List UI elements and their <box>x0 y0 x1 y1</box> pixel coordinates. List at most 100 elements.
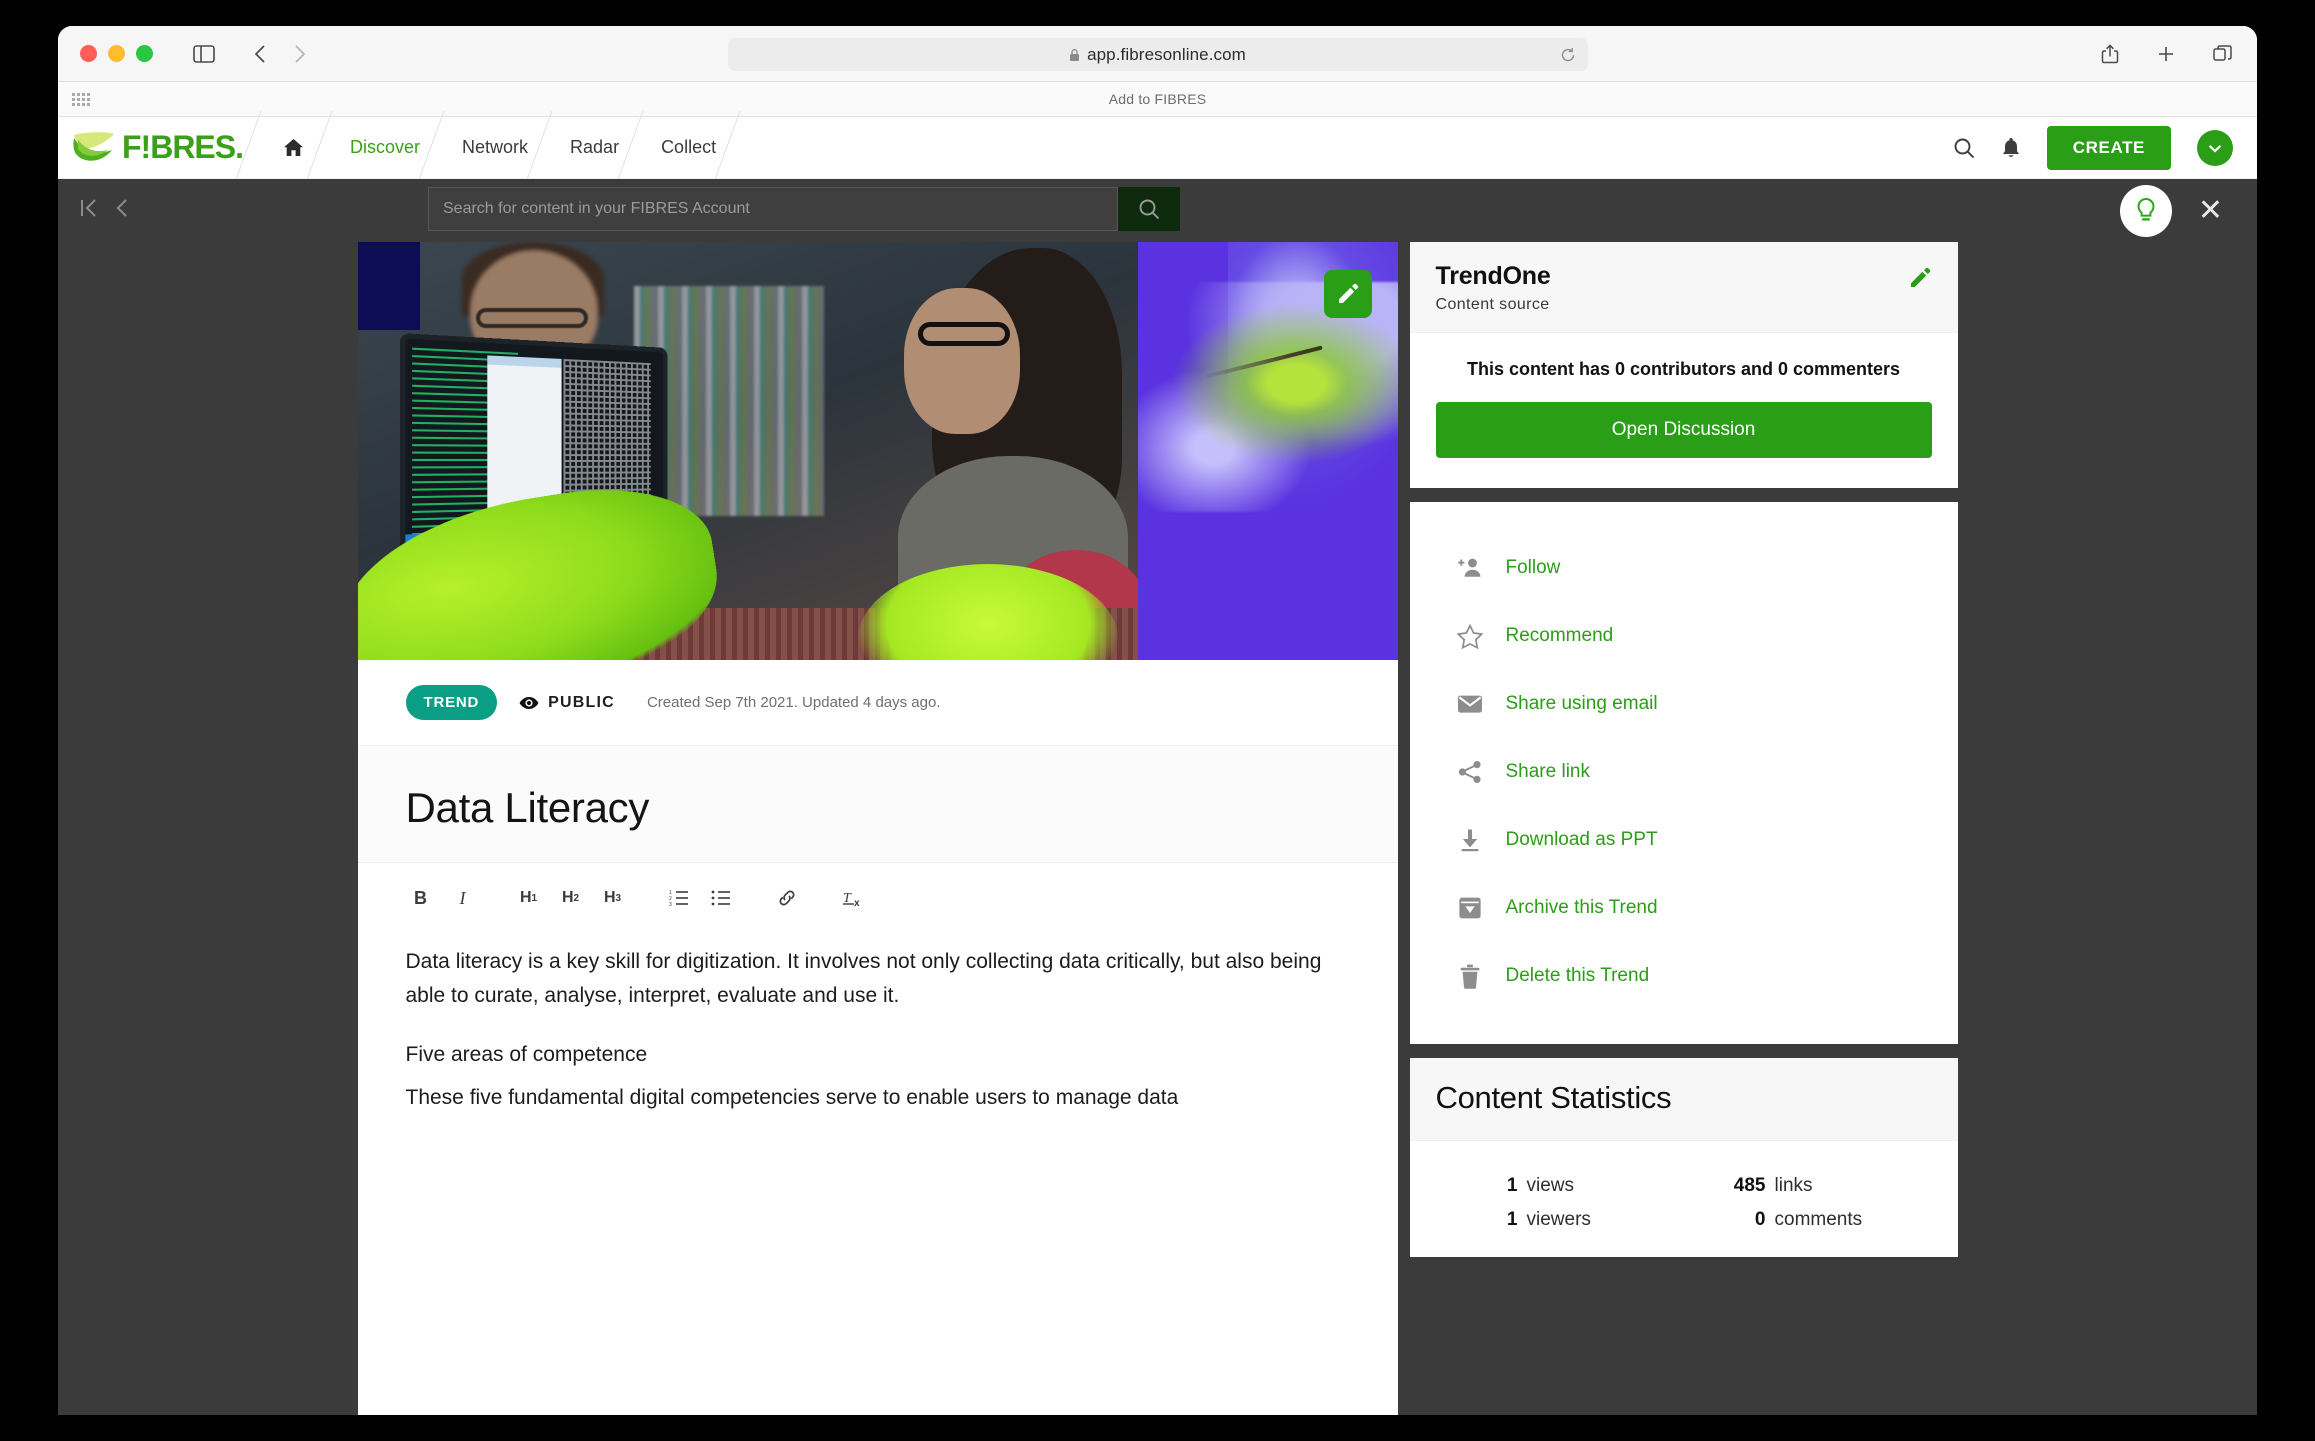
action-follow[interactable]: Follow <box>1410 534 1958 602</box>
content-title-block: Data Literacy <box>357 746 1398 863</box>
share-icon[interactable] <box>2095 39 2125 69</box>
nav-home-icon[interactable] <box>273 117 314 179</box>
fibres-logo[interactable]: F!BRES. <box>72 129 244 166</box>
minimize-window-button[interactable] <box>108 45 125 62</box>
leaf-icon <box>73 131 114 161</box>
overlay-actions: ✕ <box>2119 179 2223 242</box>
action-label: Follow <box>1505 557 1561 578</box>
insight-lightbulb-button[interactable] <box>2119 184 2172 237</box>
visibility-indicator: PUBLIC <box>519 693 615 713</box>
nav-item-radar[interactable]: Radar <box>564 117 625 179</box>
nav-separator <box>534 117 564 179</box>
nav-item-network[interactable]: Network <box>456 117 534 179</box>
nav-separator <box>314 117 344 179</box>
actions-card: Follow Recommend Share using email Share… <box>1409 502 1958 1044</box>
h2-letter: H <box>561 889 574 906</box>
edit-source-button[interactable] <box>1908 266 1932 295</box>
stat-label: comments <box>1774 1209 1863 1230</box>
action-archive[interactable]: Archive this Trend <box>1410 874 1958 942</box>
edit-hero-image-button[interactable] <box>1323 270 1372 318</box>
search-input[interactable] <box>428 187 1118 231</box>
action-recommend[interactable]: Recommend <box>1410 602 1958 670</box>
numbered-list-icon: 1 2 3 <box>669 890 688 907</box>
new-tab-icon[interactable] <box>2151 39 2181 69</box>
bullet-list-icon <box>711 890 730 906</box>
bookmarks-bar: Add to FIBRES <box>58 82 2257 117</box>
statistics-card: Content Statistics 1 views 485 links 1 v… <box>1409 1058 1958 1257</box>
statistics-card-header: Content Statistics <box>1409 1058 1958 1141</box>
action-download-ppt[interactable]: Download as PPT <box>1410 806 1958 874</box>
close-overlay-button[interactable]: ✕ <box>2198 195 2223 226</box>
reload-icon[interactable] <box>1560 47 1576 63</box>
action-label: Archive this Trend <box>1505 897 1658 918</box>
stat-views: 1 views <box>1436 1175 1684 1197</box>
nav-item-collect[interactable]: Collect <box>655 117 722 179</box>
side-panel-column: TrendOne Content source This content has… <box>1409 242 1958 1415</box>
heading-1-button[interactable]: H1 <box>514 883 544 913</box>
content-body[interactable]: Data literacy is a key skill for digitiz… <box>358 931 1398 1115</box>
app-navigation-bar: F!BRES. Discover Network Radar Collect C… <box>58 117 2257 179</box>
contributors-summary: This content has 0 contributors and 0 co… <box>1466 359 1901 379</box>
action-label: Delete this Trend <box>1505 965 1650 986</box>
clear-formatting-button[interactable]: T x <box>838 883 868 913</box>
browser-back-icon[interactable] <box>245 39 275 69</box>
rich-text-editor-toolbar: B I H1 H2 H3 1 2 3 T x <box>357 863 1398 931</box>
create-button[interactable]: CREATE <box>2046 126 2171 170</box>
page-title[interactable]: Data Literacy <box>406 784 1350 832</box>
action-delete[interactable]: Delete this Trend <box>1410 942 1958 1010</box>
search-icon[interactable] <box>1953 137 1975 159</box>
sidebar-toggle-icon[interactable] <box>189 39 219 69</box>
nav-separator <box>243 117 273 179</box>
source-subtitle: Content source <box>1435 296 1550 313</box>
body-paragraph-1: Data literacy is a key skill for digitiz… <box>405 950 1322 1008</box>
action-label: Share using email <box>1505 693 1658 714</box>
insert-link-button[interactable] <box>772 883 802 913</box>
body-paragraph-2: These five fundamental digital competenc… <box>405 1086 1179 1110</box>
action-label: Recommend <box>1505 625 1614 646</box>
statistics-title: Content Statistics <box>1435 1080 1672 1115</box>
tab-overview-icon[interactable] <box>2207 39 2237 69</box>
lock-icon <box>1069 48 1080 62</box>
italic-button[interactable]: I <box>448 883 478 913</box>
heading-3-button[interactable]: H3 <box>598 883 628 913</box>
envelope-icon <box>1456 690 1484 718</box>
bold-button[interactable]: B <box>406 883 436 913</box>
heading-2-button[interactable]: H2 <box>556 883 586 913</box>
app-nav-actions: CREATE <box>1953 117 2233 179</box>
star-icon <box>1456 622 1484 650</box>
close-window-button[interactable] <box>80 45 97 62</box>
overlay-search-row: ✕ <box>58 179 2257 242</box>
bullet-list-button[interactable] <box>706 883 736 913</box>
search-submit-button[interactable] <box>1118 187 1180 231</box>
nav-item-discover[interactable]: Discover <box>344 117 426 179</box>
overlay-search-box <box>428 187 1180 231</box>
bookmarks-grid-icon[interactable] <box>72 92 90 106</box>
stat-value: 0 <box>1754 1209 1766 1230</box>
h1-letter: H <box>519 889 532 906</box>
address-bar[interactable]: app.fibresonline.com <box>727 38 1588 71</box>
window-traffic-lights <box>80 45 153 62</box>
ordered-list-button[interactable]: 1 2 3 <box>664 883 694 913</box>
stat-label: viewers <box>1526 1209 1591 1230</box>
browser-forward-icon[interactable] <box>285 39 315 69</box>
body-heading-1: Five areas of competence <box>405 1043 648 1067</box>
bookmark-add-to-fibres[interactable]: Add to FIBRES <box>1109 91 1207 107</box>
statistics-grid: 1 views 485 links 1 viewers 0 comments <box>1436 1175 1932 1231</box>
stat-value: 1 <box>1506 1175 1518 1196</box>
status-badge: TREND <box>405 685 498 720</box>
stat-value: 485 <box>1733 1175 1766 1196</box>
stat-value: 1 <box>1506 1209 1518 1230</box>
hero-photograph <box>357 242 1138 660</box>
account-dropdown-button[interactable] <box>2197 130 2233 166</box>
open-discussion-button[interactable]: Open Discussion <box>1435 402 1932 458</box>
h1-sub: 1 <box>531 892 538 904</box>
action-share-link[interactable]: Share link <box>1410 738 1958 806</box>
first-item-icon[interactable] <box>80 197 98 224</box>
previous-item-icon[interactable] <box>116 197 129 224</box>
maximize-window-button[interactable] <box>136 45 153 62</box>
source-card-body: This content has 0 contributors and 0 co… <box>1410 333 1958 488</box>
action-share-email[interactable]: Share using email <box>1410 670 1958 738</box>
clear-format-icon: T x <box>842 891 860 908</box>
svg-text:3: 3 <box>669 902 672 907</box>
notifications-bell-icon[interactable] <box>2001 137 2021 159</box>
